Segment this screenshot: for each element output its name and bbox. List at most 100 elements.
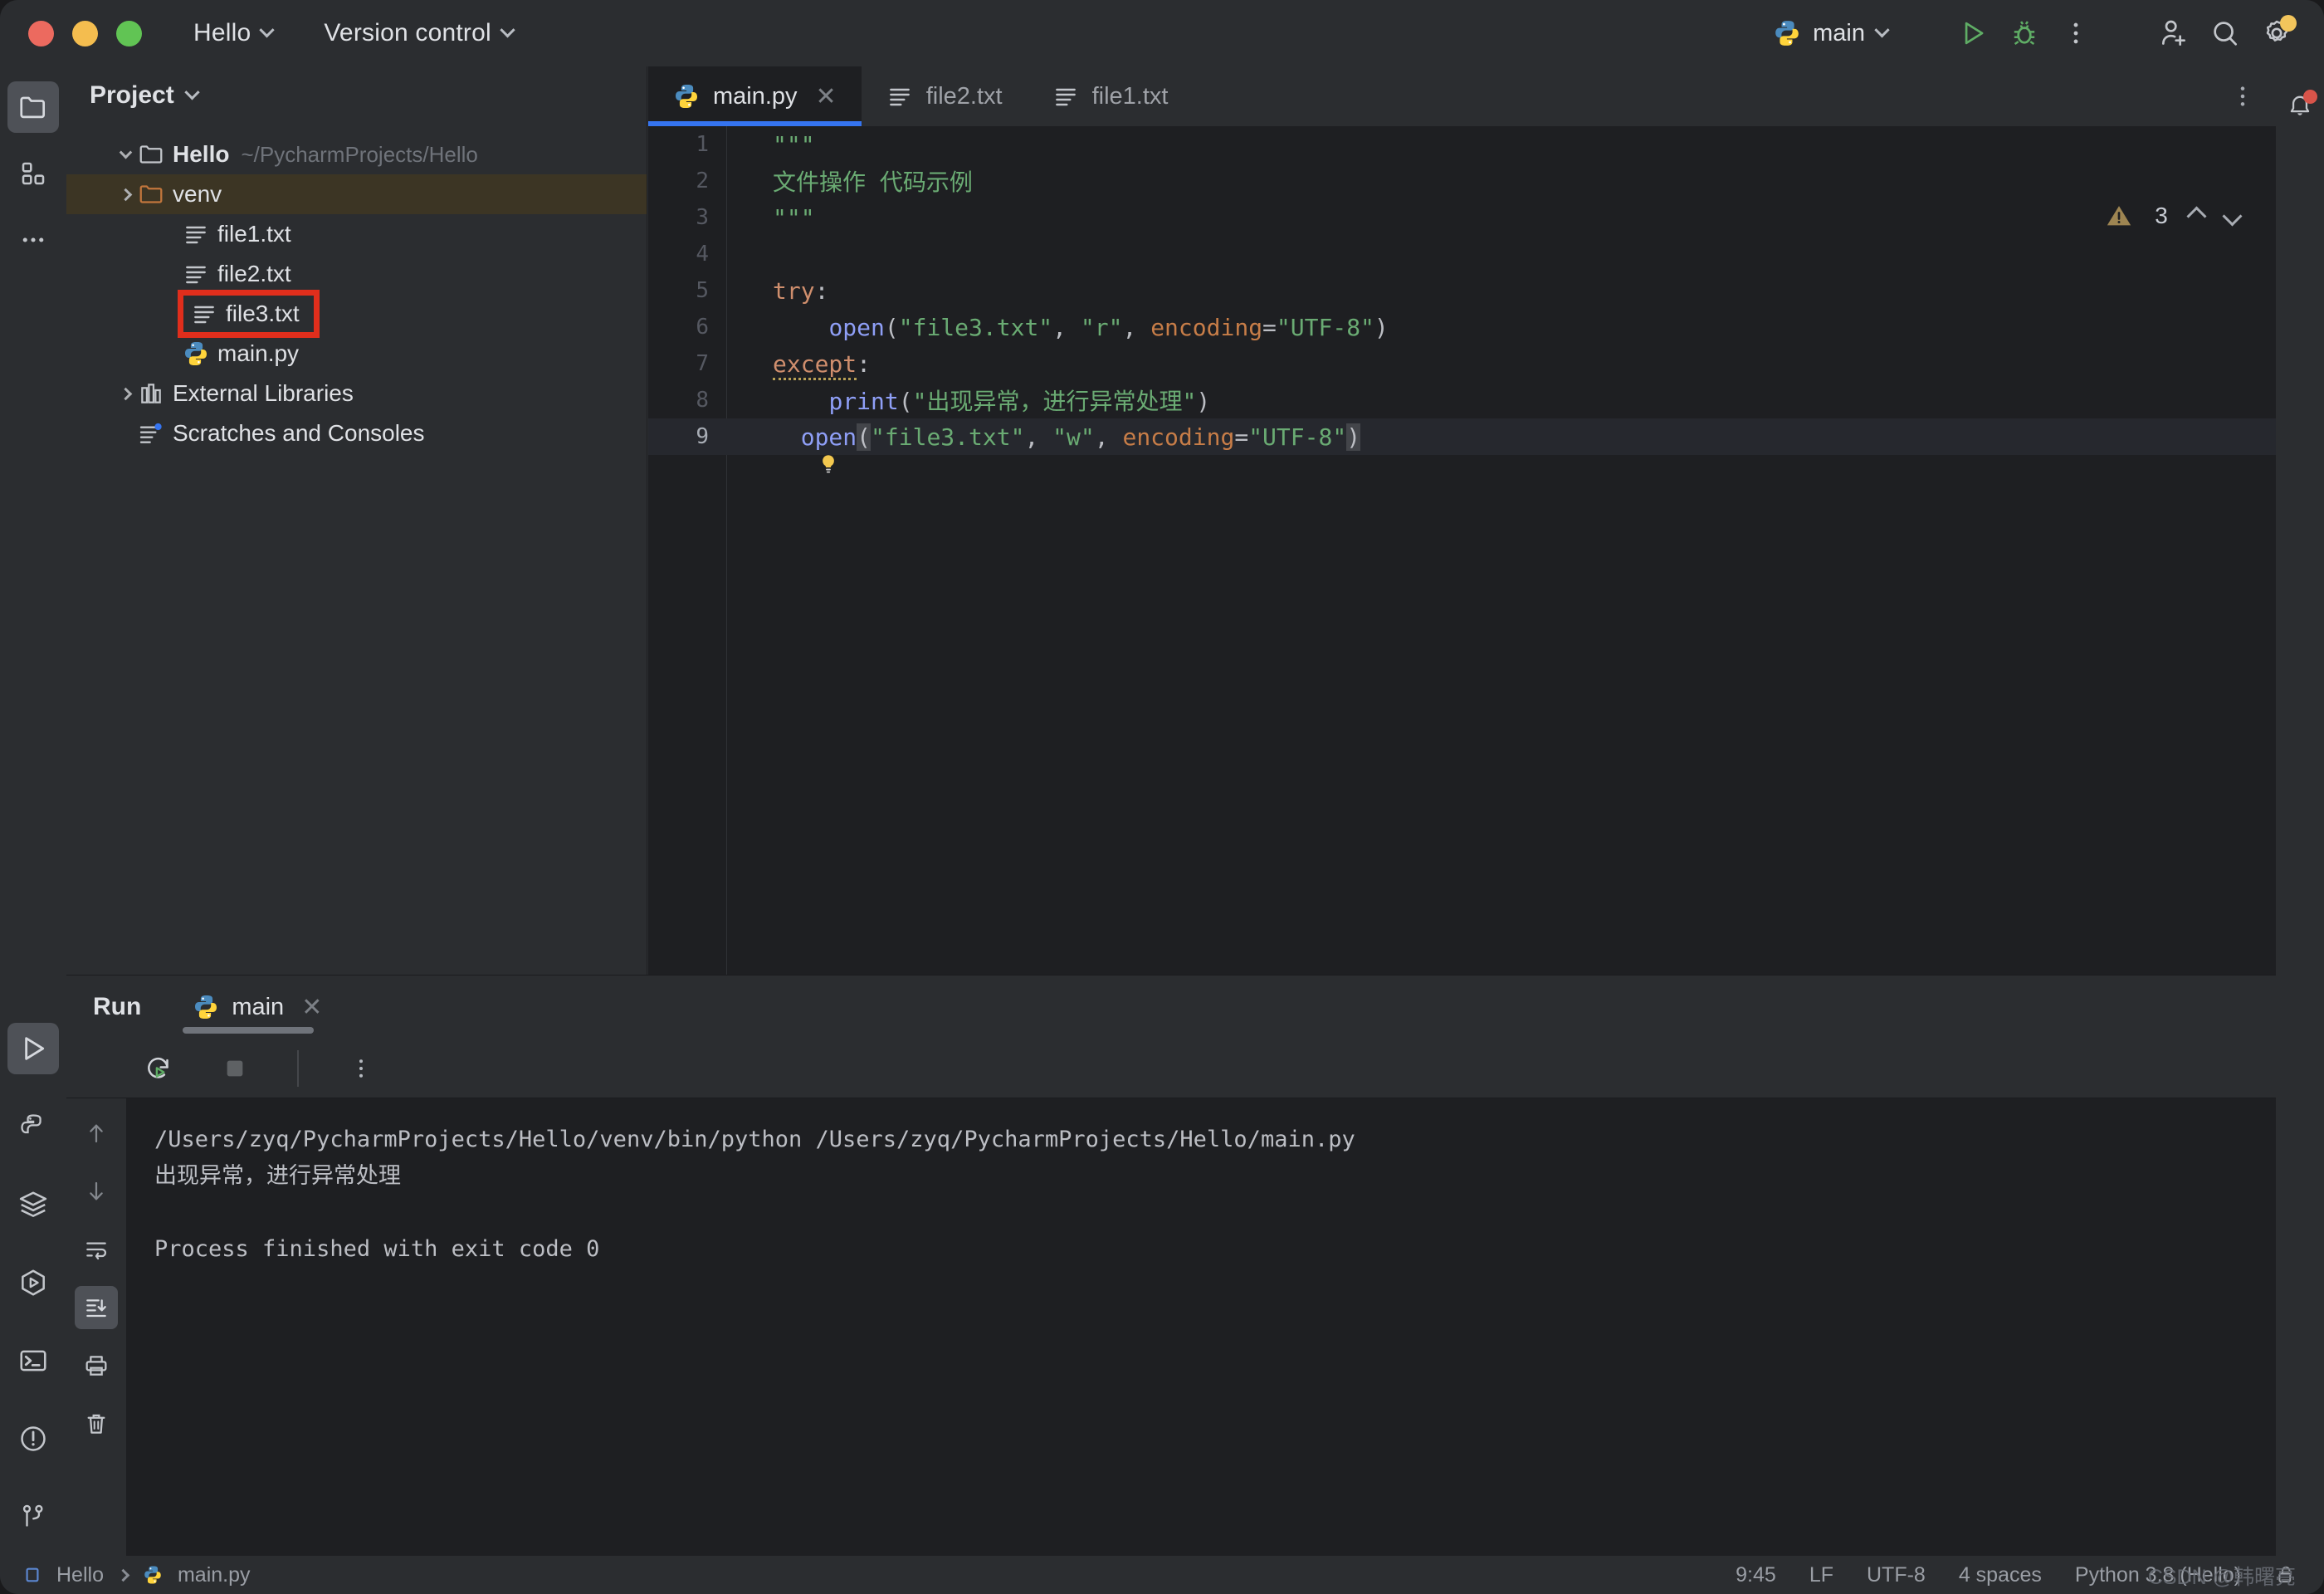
python-packages-button[interactable]: [7, 1101, 59, 1152]
code-token: print: [828, 388, 899, 415]
version-control-menu-button[interactable]: Version control: [315, 12, 520, 54]
status-file-name[interactable]: main.py: [178, 1563, 251, 1587]
close-window-button[interactable]: [28, 20, 54, 46]
code-lines: 1 """ 2 文件操作 代码示例 3 """ 4 5 try: 6 open("file3.tx…: [648, 126, 2276, 473]
minimize-window-button[interactable]: [72, 20, 98, 46]
python-interpreter[interactable]: Python 3.8 (Hello): [2075, 1563, 2241, 1587]
soft-wrap-button[interactable]: [75, 1228, 118, 1271]
stop-button[interactable]: [209, 1043, 261, 1094]
chevron-right-icon[interactable]: [113, 381, 138, 406]
clear-all-button[interactable]: [75, 1402, 118, 1445]
run-panel-more-button[interactable]: [335, 1043, 387, 1094]
scroll-to-end-button[interactable]: [75, 1286, 118, 1329]
rerun-button[interactable]: [133, 1043, 184, 1094]
tree-item-scratches-and-consoles[interactable]: Scratches and Consoles: [66, 413, 647, 453]
text-file-icon: [186, 226, 206, 244]
code-line[interactable]: 3 """: [648, 199, 2276, 236]
chevron-down-icon[interactable]: [113, 142, 138, 167]
tree-item-file2-txt[interactable]: file2.txt: [66, 254, 647, 294]
previous-problem-icon[interactable]: [2186, 205, 2207, 227]
tree-item-label: External Libraries: [173, 380, 354, 406]
rerun-icon: [148, 1057, 168, 1078]
terminal-button[interactable]: [7, 1335, 59, 1386]
problems-icon: [21, 1426, 46, 1451]
close-icon[interactable]: ✕: [816, 82, 837, 111]
tree-item-file1-txt[interactable]: file1.txt: [66, 214, 647, 254]
code-line[interactable]: 7 except:: [648, 345, 2276, 382]
add-account-button[interactable]: [2148, 7, 2200, 59]
project-menu-button[interactable]: Hello: [185, 12, 281, 54]
tree-item-content: venv: [138, 181, 222, 208]
run-configuration-selector[interactable]: main: [1760, 13, 1901, 53]
scratches-icon: [139, 423, 162, 443]
more-options-button[interactable]: [2050, 7, 2102, 59]
notifications-button[interactable]: [2274, 81, 2324, 133]
print-button[interactable]: [75, 1344, 118, 1387]
title-bar: Hello Version control main: [0, 0, 2324, 66]
code-line[interactable]: 1 """: [648, 126, 2276, 163]
tree-item-external-libraries[interactable]: External Libraries: [66, 374, 647, 413]
tree-item-label: file2.txt: [217, 261, 291, 286]
project-tool-button[interactable]: [7, 81, 59, 133]
terminal-icon: [20, 1350, 46, 1372]
python-console-button[interactable]: [7, 1257, 59, 1308]
more-tools-button[interactable]: [7, 214, 59, 266]
services-button[interactable]: [7, 1179, 59, 1230]
run-session-tab[interactable]: main ✕: [183, 993, 327, 1034]
tree-item-main-py[interactable]: main.py: [66, 334, 647, 374]
tree-item-label: venv: [173, 181, 222, 207]
intention-bulb-icon[interactable]: [732, 424, 841, 482]
console-line: /Users/zyq/PycharmProjects/Hello/venv/bi…: [154, 1127, 1355, 1152]
code-line[interactable]: 4: [648, 236, 2276, 272]
code-line[interactable]: 9 open("file3.txt", "w", encoding="UTF-8…: [648, 418, 2276, 473]
code-token: ,: [1052, 313, 1081, 341]
tree-item-venv[interactable]: venv: [66, 174, 647, 214]
tree-item-content: main.py: [183, 340, 299, 367]
version-control-button[interactable]: [7, 1491, 59, 1543]
next-problem-icon[interactable]: [2222, 205, 2243, 227]
debug-button[interactable]: [1999, 7, 2050, 59]
chevron-down-icon[interactable]: [184, 84, 200, 100]
code-token: encoding: [1150, 313, 1263, 341]
close-icon[interactable]: ✕: [301, 993, 322, 1022]
line-separator[interactable]: LF: [1809, 1563, 1833, 1587]
code-line[interactable]: 2 文件操作 代码示例: [648, 163, 2276, 199]
editor-tab-file1-txt[interactable]: file1.txt: [1028, 66, 1194, 126]
text-file-icon: [1055, 88, 1076, 106]
tree-item-hello[interactable]: Hello ~/PycharmProjects/Hello: [66, 134, 647, 174]
settings-button[interactable]: [2251, 7, 2302, 59]
line-number: 8: [696, 388, 709, 413]
clear-all-icon: [87, 1414, 105, 1434]
editor-tab-main-py[interactable]: main.py ✕: [648, 66, 862, 126]
run-button[interactable]: [1947, 7, 1999, 59]
code-token: ): [1374, 313, 1389, 341]
tree-item-file3-txt[interactable]: file3.txt: [66, 290, 647, 338]
problems-button[interactable]: [7, 1413, 59, 1464]
code-token: except: [773, 350, 857, 380]
status-project-name[interactable]: Hello: [56, 1563, 104, 1587]
caret-position[interactable]: 9:45: [1736, 1563, 1776, 1587]
scroll-down-button[interactable]: [75, 1170, 118, 1213]
run-toolbar: [66, 1039, 2276, 1098]
file-encoding[interactable]: UTF-8: [1867, 1563, 1926, 1587]
unlocked-icon[interactable]: [2274, 1563, 2297, 1587]
python-file-icon: [676, 85, 697, 108]
indent-setting[interactable]: 4 spaces: [1959, 1563, 2042, 1587]
editor-tabs-more-button[interactable]: [2229, 66, 2276, 126]
code-token: "UTF-8": [1248, 423, 1347, 451]
code-line[interactable]: 8 print("出现异常，进行异常处理"): [648, 382, 2276, 418]
console-output[interactable]: /Users/zyq/PycharmProjects/Hello/venv/bi…: [126, 1098, 2276, 1556]
maximize-window-button[interactable]: [116, 20, 142, 46]
scroll-up-button[interactable]: [75, 1112, 118, 1155]
inspection-widget[interactable]: 3: [2068, 186, 2276, 246]
code-line[interactable]: 5 try:: [648, 272, 2276, 309]
structure-tool-button[interactable]: [7, 148, 59, 199]
search-everywhere-button[interactable]: [2200, 7, 2251, 59]
editor-tab-file2-txt[interactable]: file2.txt: [862, 66, 1028, 126]
run-tool-button[interactable]: [7, 1023, 59, 1074]
code-line[interactable]: 6 open("file3.txt", "r", encoding="UTF-8…: [648, 309, 2276, 345]
chevron-right-icon[interactable]: [113, 182, 138, 207]
